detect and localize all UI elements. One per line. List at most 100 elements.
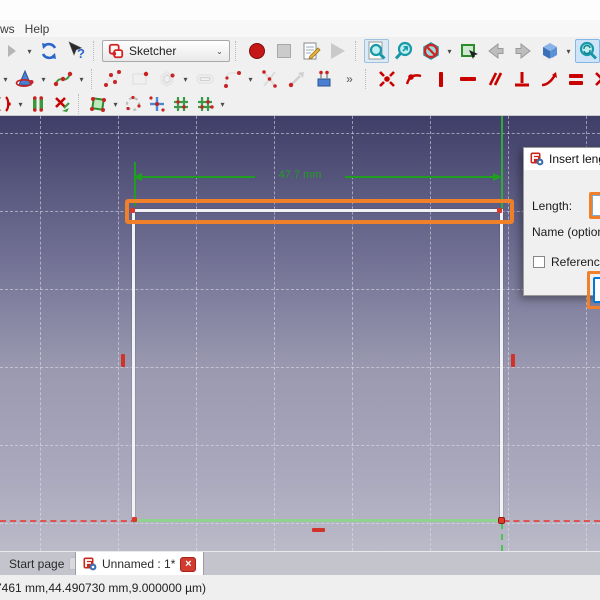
macro-edit-button[interactable] (298, 39, 323, 63)
trim-button[interactable] (257, 67, 282, 91)
dimension-line[interactable] (138, 176, 255, 178)
origin-point[interactable] (498, 517, 505, 524)
dropdown-partial-button[interactable] (1, 41, 23, 61)
sketch-y-axis (501, 116, 503, 211)
constrain-coincident-button[interactable] (374, 67, 399, 91)
extend-icon (288, 72, 304, 88)
constrain-point-on-object-button[interactable] (401, 67, 426, 91)
draw-style-button[interactable] (418, 39, 443, 63)
constrain-parallel-icon (488, 72, 502, 86)
constrain-tangent-button[interactable] (536, 67, 561, 91)
slot-button[interactable] (192, 67, 217, 91)
reference-checkbox[interactable] (533, 256, 545, 268)
ok-button[interactable] (593, 277, 600, 303)
chevron-down-icon[interactable]: ▾ (246, 75, 255, 84)
chevron-down-icon[interactable]: ▾ (218, 100, 227, 109)
knot-insert-button[interactable] (146, 94, 168, 114)
constrain-perpendicular-button[interactable] (509, 67, 534, 91)
sketch-edge-right[interactable] (500, 209, 503, 522)
chevron-down-icon[interactable]: ▾ (25, 47, 34, 56)
menu-help[interactable]: Help (20, 21, 55, 37)
chevron-down-icon[interactable]: ▾ (181, 75, 190, 84)
dimension-label[interactable]: 47.7 mm (250, 169, 350, 181)
isometric-view-button[interactable] (537, 39, 562, 63)
nav-forward-button[interactable] (510, 39, 535, 63)
polyline-button[interactable] (100, 67, 125, 91)
extend-button[interactable] (284, 67, 309, 91)
macro-record-icon (248, 43, 265, 59)
constrain-block-button[interactable] (27, 94, 49, 114)
macro-play-icon (330, 43, 345, 59)
knot-multiplicity-decrease-button[interactable] (194, 94, 216, 114)
toolbar-overflow-button[interactable]: » (338, 69, 360, 89)
grid-line (352, 116, 353, 551)
constrain-horizontal-button[interactable] (455, 67, 480, 91)
bspline-button[interactable] (50, 67, 75, 91)
sketch-edge-bottom-constrained[interactable] (134, 519, 502, 522)
constrain-horizontal-icon (459, 77, 476, 81)
length-input[interactable] (592, 195, 600, 216)
zoom-sync-button[interactable] (575, 39, 600, 63)
bounding-box-button[interactable] (456, 39, 481, 63)
zoom-fit-selection-button[interactable] (391, 39, 416, 63)
fillet-button[interactable] (219, 67, 244, 91)
toolbar-separator (78, 94, 82, 114)
zoom-fit-selection-icon (394, 41, 412, 60)
constrain-vertical-button[interactable] (428, 67, 453, 91)
sketch-edge-left[interactable] (132, 209, 135, 522)
tab-label: Start page (9, 556, 65, 571)
freecad-logo-icon (530, 152, 544, 166)
slot-icon (195, 74, 214, 84)
vertex-point[interactable] (132, 517, 137, 522)
vertical-constraint-marker[interactable] (511, 354, 515, 367)
carbon-copy-icon (90, 97, 106, 112)
constrain-symmetric-button[interactable] (590, 67, 600, 91)
chevron-down-icon[interactable]: ▾ (77, 75, 86, 84)
tab-unnamed-document[interactable]: Unnamed : 1* × (75, 552, 205, 576)
constrain-equal-icon (568, 73, 583, 85)
polygon-button[interactable] (154, 67, 179, 91)
macro-stop-button[interactable] (271, 39, 296, 63)
dimension-line[interactable] (345, 176, 497, 178)
constrain-symmetric2-button[interactable] (0, 94, 14, 114)
workbench-selector[interactable]: Sketcher ⌄ (102, 40, 230, 62)
toggle-constraint-button[interactable] (51, 94, 73, 114)
grid-line (196, 116, 197, 551)
whats-this-button[interactable]: ? (63, 39, 88, 63)
close-icon[interactable]: × (180, 556, 197, 572)
insert-length-dialog: Insert length Length: Name (optional) Re… (523, 147, 600, 309)
bspline-polygon-button[interactable] (122, 94, 144, 114)
grid-line (274, 116, 275, 551)
knot-multiplicity-increase-button[interactable] (170, 94, 192, 114)
menu-windows-clipped[interactable]: ws (0, 21, 20, 37)
vertical-constraint-marker[interactable] (121, 354, 125, 367)
chevron-down-icon[interactable]: ▾ (39, 75, 48, 84)
external-geometry-button[interactable] (311, 67, 336, 91)
carbon-copy-button[interactable] (87, 94, 109, 114)
nav-back-button[interactable] (483, 39, 508, 63)
chevron-down-icon[interactable]: ▾ (1, 75, 10, 84)
knot-multiplicity-increase-icon (174, 97, 188, 111)
zoom-fit-all-button[interactable] (364, 39, 389, 63)
bspline-icon (53, 71, 72, 87)
dialog-title-bar[interactable]: Insert length (524, 148, 600, 170)
refresh-button[interactable] (36, 39, 61, 63)
nav-forward-icon (515, 42, 531, 60)
svg-text:?: ? (77, 46, 85, 61)
chevron-down-icon[interactable]: ▾ (16, 100, 25, 109)
3d-viewport[interactable]: 47.7 mm (0, 116, 600, 551)
draw-style-icon (422, 42, 439, 60)
rectangle-button[interactable] (127, 67, 152, 91)
rectangle-icon (131, 71, 148, 85)
macro-record-button[interactable] (244, 39, 269, 63)
horizontal-constraint-marker[interactable] (312, 528, 325, 532)
conic-button[interactable] (12, 67, 37, 91)
constrain-equal-button[interactable] (563, 67, 588, 91)
macro-stop-icon (276, 44, 291, 58)
chevron-down-icon[interactable]: ▾ (111, 100, 120, 109)
chevron-down-icon[interactable]: ▾ (564, 47, 573, 56)
macro-play-button[interactable] (325, 39, 350, 63)
chevron-down-icon[interactable]: ▾ (445, 47, 454, 56)
grid-line (0, 289, 600, 290)
constrain-parallel-button[interactable] (482, 67, 507, 91)
